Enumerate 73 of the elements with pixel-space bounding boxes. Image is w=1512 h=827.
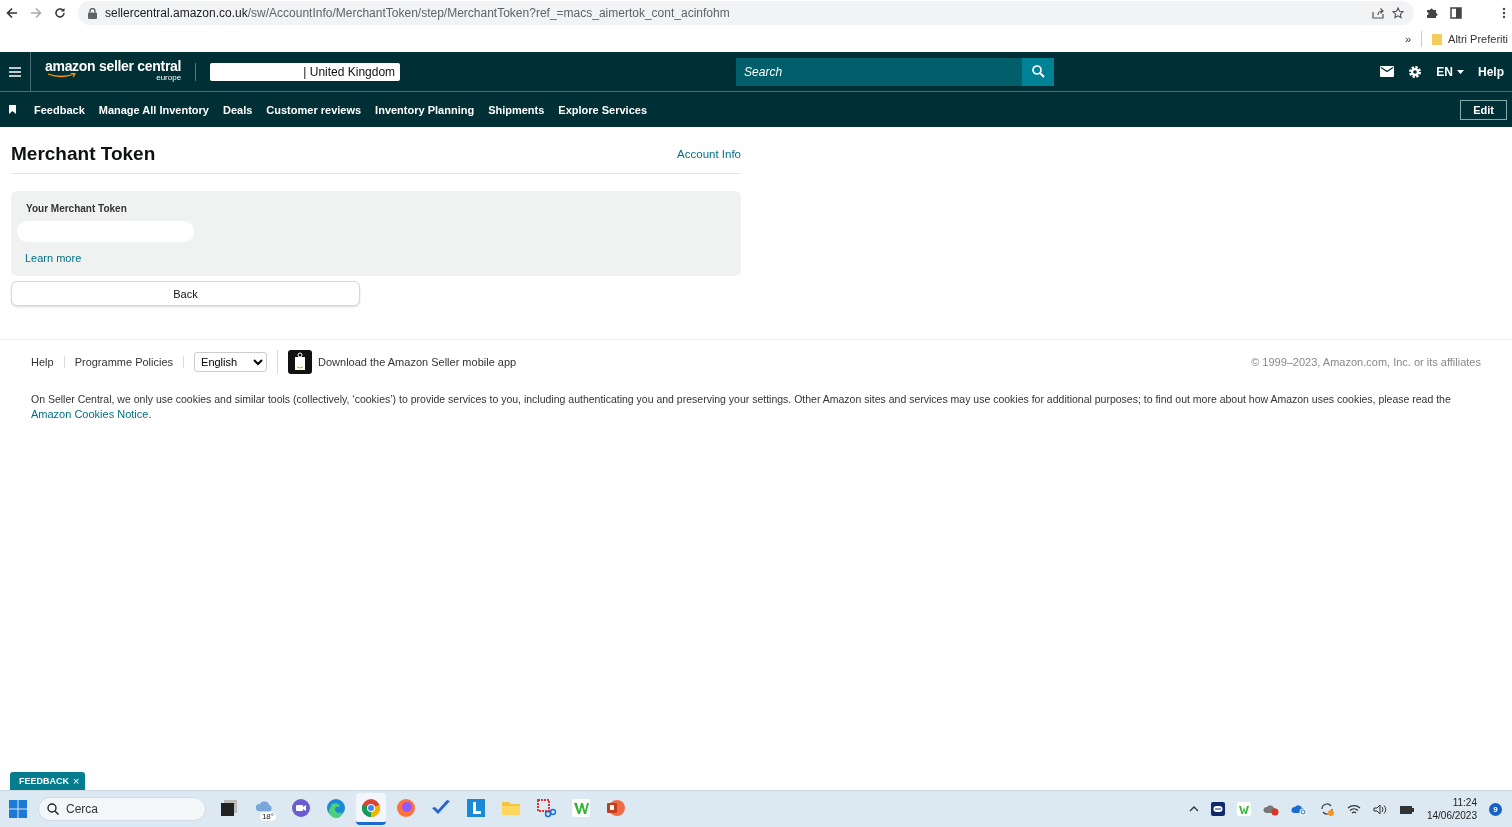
app-download-link[interactable]: Download the Amazon Seller mobile app (318, 356, 517, 368)
mail-icon[interactable] (1380, 66, 1395, 77)
wifi-icon[interactable] (1346, 803, 1361, 815)
nav-link[interactable]: Feedback (34, 103, 85, 116)
battery-icon[interactable] (1398, 803, 1415, 815)
bookmarks-overflow[interactable]: » (1404, 33, 1412, 45)
chat-icon[interactable] (291, 798, 311, 818)
puzzle-piece-icon[interactable] (1426, 7, 1438, 19)
search-icon (47, 803, 59, 815)
field-label: Your Merchant Token (26, 203, 127, 214)
temperature-badge: 18° (259, 811, 276, 821)
notification-badge[interactable]: 9 (1489, 802, 1502, 816)
help-link[interactable]: Help (1478, 64, 1504, 79)
back-arrow-icon[interactable] (6, 7, 18, 19)
clock-date[interactable]: 14/06/2023 (1426, 809, 1477, 822)
nav-link[interactable]: Shipments (488, 103, 545, 116)
folder-icon (1432, 33, 1443, 45)
nav-link[interactable]: Inventory Planning (375, 103, 475, 116)
smile-arrow-icon (47, 73, 77, 78)
start-icon[interactable] (9, 800, 27, 818)
learn-more-link[interactable]: Learn more (25, 252, 82, 264)
lock-icon (88, 7, 97, 19)
menu-icon[interactable] (9, 66, 21, 77)
copyright-text: © 1999–2023, Amazon.com, Inc. or its affiliates (1251, 356, 1481, 368)
scissors-icon[interactable] (536, 798, 556, 818)
logo-region: europe (156, 74, 182, 82)
search-icon (1031, 65, 1045, 78)
shopping-bag-icon[interactable] (288, 350, 313, 374)
taskbar-search-field[interactable]: Cerca (38, 797, 206, 821)
back-button[interactable]: Back (11, 281, 360, 306)
footer-link[interactable]: Help (31, 356, 65, 368)
remote-app-icon[interactable] (1210, 802, 1225, 816)
app-icon[interactable] (1236, 802, 1251, 816)
browser-icon[interactable] (396, 798, 416, 818)
logo-text[interactable]: amazon seller central (45, 59, 182, 73)
star-icon[interactable] (1392, 7, 1404, 19)
feedback-tab[interactable]: FEEDBACK × (10, 772, 86, 790)
search-button[interactable] (1022, 57, 1055, 86)
taskbar-app-button[interactable]: 18° (249, 792, 281, 826)
page-title: Merchant Token (11, 143, 156, 165)
browser-icon[interactable] (326, 798, 346, 818)
presentation-app-icon[interactable] (606, 798, 626, 818)
language-select[interactable]: English (194, 352, 268, 372)
search-field[interactable]: Search (736, 57, 1023, 86)
close-button[interactable]: × (73, 775, 80, 787)
language-menu[interactable]: EN (1436, 64, 1453, 79)
edit-button[interactable]: Edit (1460, 99, 1507, 120)
nav-link[interactable]: Customer reviews (266, 103, 362, 116)
reload-icon[interactable] (54, 7, 66, 19)
share-icon[interactable] (1372, 7, 1384, 19)
app-icon[interactable] (466, 798, 486, 818)
marketplace-selector[interactable]: | United Kingdom (210, 62, 401, 81)
clock-time[interactable]: 11:24 (1452, 796, 1477, 809)
sync-icon[interactable] (1318, 802, 1335, 816)
footer-link[interactable]: Programme Policies (64, 356, 185, 368)
nav-link[interactable]: Explore Services (558, 103, 648, 116)
side-panel-icon[interactable] (1450, 7, 1462, 19)
cloud-sync-icon[interactable] (1290, 802, 1307, 816)
cookie-notice: On Seller Central, we only use cookies and similar tools (collectively, ‘cookies’) to provide services to you, including authenticating you and preserving your settings. Other Amazon sites and services may use cookies for additional purposes; to find out more about how Amazon uses cookies, please read the Amazon Cookies Notice. (31, 392, 1452, 422)
bookmark-folder[interactable]: Altri Preferiti (1448, 33, 1508, 45)
chevron-up-icon[interactable] (1188, 806, 1199, 812)
more-options-icon[interactable] (1502, 7, 1506, 19)
app-icon[interactable] (571, 798, 591, 818)
cloud-error-icon[interactable] (1262, 802, 1279, 816)
caret-icon[interactable] (1457, 69, 1464, 74)
volume-icon[interactable] (1372, 803, 1387, 815)
account-info-link[interactable]: Account Info (677, 148, 741, 160)
settings-icon[interactable] (1408, 64, 1423, 79)
task-view-icon[interactable] (219, 798, 239, 818)
nav-link[interactable]: Deals (223, 103, 253, 116)
bookmark-icon[interactable] (9, 105, 16, 114)
nav-link[interactable]: Manage All Inventory (98, 103, 209, 116)
browser-icon[interactable] (361, 798, 381, 818)
